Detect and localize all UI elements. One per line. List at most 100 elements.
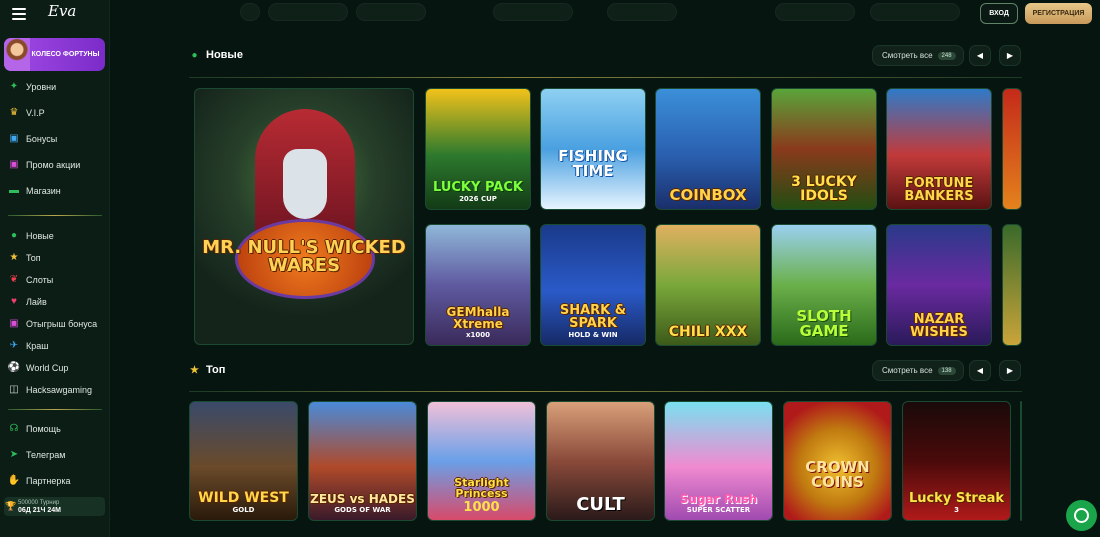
- sidebar-item-telegram[interactable]: ➤ Телеграм: [8, 446, 66, 464]
- game-tile[interactable]: Lucky Streak 3: [902, 401, 1011, 521]
- levels-icon: ✦: [9, 81, 19, 92]
- prev-arrow-button[interactable]: ◀: [969, 45, 991, 66]
- sidebar-item-label: Отыгрыш бонуса: [26, 319, 98, 329]
- sidebar-item-label: Бонусы: [26, 134, 58, 144]
- game-title: WILD WEST: [198, 490, 289, 506]
- register-button[interactable]: РЕГИСТРАЦИЯ: [1025, 3, 1092, 24]
- see-all-top-button[interactable]: Смотреть все 138: [872, 360, 964, 381]
- sidebar-item-new[interactable]: ● Новые: [8, 227, 54, 245]
- section-divider: [189, 391, 1022, 392]
- logo[interactable]: Eva: [48, 2, 76, 20]
- sidebar-item-shop[interactable]: ▬ Магазин: [8, 182, 61, 200]
- game-tile[interactable]: WILD WEST GOLD: [189, 401, 298, 521]
- game-tile[interactable]: Starlight Princess 1000: [427, 401, 536, 521]
- see-all-new-button[interactable]: Смотреть все 248: [872, 45, 964, 66]
- hacksaw-icon: ◫: [9, 384, 19, 395]
- telegram-icon: ➤: [9, 449, 19, 460]
- top-nav-pill[interactable]: [240, 3, 260, 21]
- plane-icon: ✈: [9, 340, 19, 351]
- sidebar-item-promos[interactable]: ▣ Промо акции: [8, 156, 80, 174]
- top-nav-pill[interactable]: [775, 3, 855, 21]
- game-subtitle: 2026 CUP: [459, 195, 497, 203]
- hamburger-menu-icon[interactable]: [12, 8, 26, 20]
- sidebar-item-wager[interactable]: ▣ Отыгрыш бонуса: [8, 315, 97, 333]
- game-title: FISHING TIME: [558, 147, 628, 180]
- new-icon: ●: [10, 230, 18, 241]
- top-nav-pill[interactable]: [356, 3, 426, 21]
- next-arrow-button[interactable]: ▶: [999, 360, 1021, 381]
- game-tile[interactable]: 3 LUCKY IDOLS: [771, 88, 877, 210]
- chat-bubble-icon: [1074, 508, 1089, 523]
- top-nav-pill[interactable]: [607, 3, 677, 21]
- login-button[interactable]: ВХОД: [980, 3, 1018, 24]
- game-title: Lucky Streak: [908, 491, 1005, 506]
- game-count-badge: 138: [937, 366, 956, 375]
- game-tile[interactable]: FORTUNE BANKERS: [886, 88, 992, 210]
- game-tile[interactable]: FISHING TIME: [540, 88, 646, 210]
- sidebar-item-label: Лайв: [26, 297, 47, 307]
- sidebar-item-top[interactable]: ★ Топ: [8, 249, 41, 267]
- tournament-banner[interactable]: 🏆 500000 Турнир 06Д 21Ч 24М: [4, 497, 105, 516]
- game-subtitle: 1000: [463, 500, 500, 515]
- game-tile-partial[interactable]: [1020, 401, 1022, 521]
- game-tile[interactable]: COINBOX: [655, 88, 761, 210]
- sidebar-item-label: World Cup: [26, 363, 69, 373]
- sidebar: Eva КОЛЕСО ФОРТУНЫ ✦ Уровни ♛ V.I.P ▣ Бо…: [0, 0, 110, 537]
- sidebar-divider: [8, 215, 102, 216]
- game-tile-featured[interactable]: MR. NULL'S WICKED WARES: [194, 88, 414, 345]
- headset-icon: ☊: [9, 423, 19, 434]
- sidebar-item-levels[interactable]: ✦ Уровни: [8, 78, 56, 96]
- live-icon: ♥: [11, 296, 17, 307]
- game-count-badge: 248: [937, 51, 956, 60]
- wizard-beard: [283, 149, 327, 219]
- game-tile[interactable]: ZEUS vs HADES GODS OF WAR: [308, 401, 417, 521]
- game-tile[interactable]: SLOTH GAME: [771, 224, 877, 346]
- game-tile[interactable]: CULT: [546, 401, 655, 521]
- game-subtitle: x1000: [466, 331, 490, 339]
- section-title-new: ● Новые: [189, 49, 242, 61]
- top-nav-pill[interactable]: [268, 3, 348, 21]
- top-nav-pill[interactable]: [493, 3, 573, 21]
- tournament-prize: 500000 Турнир: [18, 499, 60, 506]
- cherry-icon: ❦: [9, 274, 19, 285]
- sidebar-item-label: Слоты: [26, 275, 54, 285]
- sidebar-item-label: Hacksawgaming: [26, 385, 93, 395]
- sidebar-item-label: Промо акции: [26, 160, 81, 170]
- top-nav-pill[interactable]: [870, 3, 960, 21]
- game-title: GEMhalla Xtreme: [446, 305, 510, 331]
- game-tile-partial[interactable]: [1002, 88, 1022, 210]
- game-tile-partial[interactable]: [1002, 224, 1022, 346]
- soccer-ball-icon: ⚽: [7, 362, 21, 373]
- sidebar-item-crash[interactable]: ✈ Краш: [8, 337, 49, 355]
- sidebar-item-world-cup[interactable]: ⚽ World Cup: [7, 359, 69, 377]
- game-title: FORTUNE BANKERS: [904, 176, 974, 204]
- star-icon: ★: [9, 252, 19, 263]
- sidebar-divider: [8, 409, 102, 410]
- sidebar-item-bonuses[interactable]: ▣ Бонусы: [8, 130, 57, 148]
- game-title: SHARK & SPARK: [559, 303, 627, 331]
- sidebar-item-slots[interactable]: ❦ Слоты: [8, 271, 53, 289]
- sidebar-item-partners[interactable]: ✋ Партнерка: [8, 472, 71, 490]
- fortune-wheel-promo[interactable]: КОЛЕСО ФОРТУНЫ: [4, 38, 105, 71]
- game-tile[interactable]: GEMhalla Xtreme x1000: [425, 224, 531, 346]
- game-tile[interactable]: SHARK & SPARK HOLD & WIN: [540, 224, 646, 346]
- sidebar-item-label: Магазин: [26, 186, 61, 196]
- game-title: MR. NULL'S WICKED WARES: [202, 237, 406, 276]
- game-title: CULT: [576, 494, 625, 515]
- prev-arrow-button[interactable]: ◀: [969, 360, 991, 381]
- sidebar-item-hacksaw[interactable]: ◫ Hacksawgaming: [8, 381, 92, 399]
- chat-button[interactable]: [1066, 500, 1097, 531]
- sidebar-item-live[interactable]: ♥ Лайв: [8, 293, 47, 311]
- game-tile[interactable]: CROWN COINS: [783, 401, 892, 521]
- sidebar-item-vip[interactable]: ♛ V.I.P: [8, 104, 45, 122]
- next-arrow-button[interactable]: ▶: [999, 45, 1021, 66]
- game-tile[interactable]: CHILI XXX: [655, 224, 761, 346]
- game-tile[interactable]: LUCKY PACK 2026 CUP: [425, 88, 531, 210]
- promo-gift-icon: ▣: [9, 159, 19, 170]
- see-all-label: Смотреть все: [882, 51, 933, 60]
- game-tile[interactable]: Sugar Rush SUPER SCATTER: [664, 401, 773, 521]
- gift-icon: ▣: [9, 133, 19, 144]
- wager-gift-icon: ▣: [9, 318, 19, 329]
- game-tile[interactable]: NAZAR WISHES: [886, 224, 992, 346]
- sidebar-item-help[interactable]: ☊ Помощь: [8, 420, 61, 438]
